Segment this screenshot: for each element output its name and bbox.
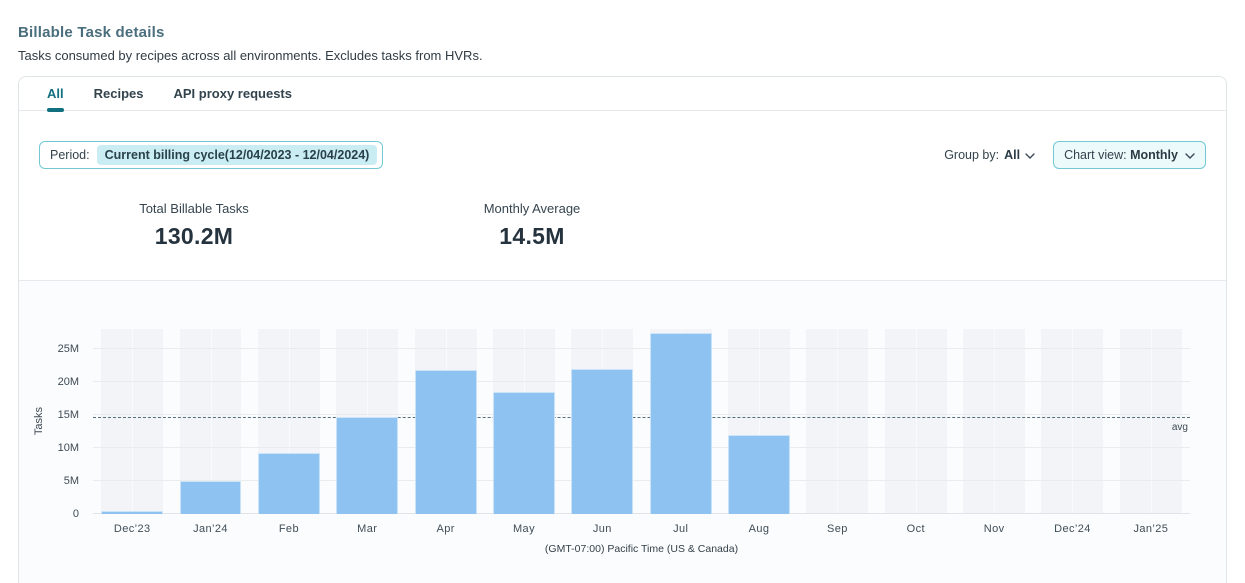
- x-axis-label: Nov: [955, 523, 1033, 535]
- bar-Aug[interactable]: [728, 435, 790, 514]
- chart-view-dropdown[interactable]: Chart view: Monthly: [1053, 141, 1206, 169]
- bar-Jul[interactable]: [650, 333, 712, 514]
- chart-column: [720, 329, 798, 514]
- column-band: [806, 329, 868, 514]
- chart-view-value: Monthly: [1130, 148, 1178, 162]
- chart-column: [798, 329, 876, 514]
- chart-column: [328, 329, 406, 514]
- bar-May[interactable]: [493, 392, 555, 514]
- y-tick-label: 10M: [58, 442, 79, 454]
- x-axis-label: Jun: [563, 523, 641, 535]
- bar-chart: Tasks 05M10M15M20M25Mavg Dec’23Jan’24Feb…: [93, 329, 1190, 555]
- chart-plot-area: Tasks 05M10M15M20M25Mavg: [93, 329, 1190, 514]
- x-axis-label: Aug: [720, 523, 798, 535]
- x-axis-label: May: [485, 523, 563, 535]
- x-axis-label: Jul: [642, 523, 720, 535]
- chart-column: [642, 329, 720, 514]
- stat-value: 14.5M: [443, 223, 621, 250]
- gridline: [93, 348, 1190, 349]
- y-tick-label: 5M: [64, 475, 79, 487]
- gridline: [93, 414, 1190, 415]
- gridline: [93, 447, 1190, 448]
- period-label: Period:: [50, 148, 90, 162]
- chart-column: [250, 329, 328, 514]
- x-axis-label: Jan’25: [1112, 523, 1190, 535]
- tab-api-proxy-requests[interactable]: API proxy requests: [174, 77, 293, 110]
- y-axis-title: Tasks: [31, 329, 47, 514]
- tab-all[interactable]: All: [47, 77, 64, 110]
- chart-column: [563, 329, 641, 514]
- y-tick-label: 20M: [58, 376, 79, 388]
- chart-column: [955, 329, 1033, 514]
- column-band: [1042, 329, 1104, 514]
- period-selector[interactable]: Period: Current billing cycle(12/04/2023…: [39, 141, 383, 169]
- y-tick-label: 0: [73, 508, 79, 520]
- billable-tasks-card: All Recipes API proxy requests Period: C…: [18, 76, 1227, 583]
- average-line-label: avg: [1172, 422, 1188, 433]
- x-axis-label: Sep: [798, 523, 876, 535]
- chart-column: [171, 329, 249, 514]
- tab-bar: All Recipes API proxy requests: [19, 77, 1226, 111]
- stat-value: 130.2M: [105, 223, 283, 250]
- stat-monthly-average: Monthly Average 14.5M: [443, 201, 621, 250]
- chart-column: [93, 329, 171, 514]
- bar-Jun[interactable]: [571, 369, 633, 514]
- group-by-value: All: [1004, 148, 1020, 162]
- group-by-dropdown[interactable]: Group by: All: [944, 148, 1035, 162]
- chart-view-label: Chart view:: [1064, 148, 1127, 162]
- right-controls: Group by: All Chart view: Monthly: [944, 141, 1206, 169]
- chevron-down-icon: [1025, 153, 1035, 159]
- tab-recipes[interactable]: Recipes: [94, 77, 144, 110]
- column-band: [885, 329, 947, 514]
- x-axis-label: Oct: [877, 523, 955, 535]
- x-axis-labels: Dec’23Jan’24FebMarAprMayJunJulAugSepOctN…: [93, 523, 1190, 535]
- average-line: [93, 417, 1190, 418]
- y-tick-label: 25M: [58, 343, 79, 355]
- summary-stats: Total Billable Tasks 130.2M Monthly Aver…: [19, 169, 1226, 250]
- x-axis-label: Mar: [328, 523, 406, 535]
- group-by-label: Group by:: [944, 148, 999, 162]
- x-axis-label: Dec’24: [1033, 523, 1111, 535]
- page-subtitle: Tasks consumed by recipes across all env…: [18, 48, 1227, 63]
- x-axis-label: Dec’23: [93, 523, 171, 535]
- chart-section: Tasks 05M10M15M20M25Mavg Dec’23Jan’24Feb…: [19, 280, 1226, 583]
- x-axis-label: Feb: [250, 523, 328, 535]
- stat-label: Monthly Average: [443, 201, 621, 216]
- stat-label: Total Billable Tasks: [105, 201, 283, 216]
- chart-column: [877, 329, 955, 514]
- chart-column: [485, 329, 563, 514]
- stat-total-billable-tasks: Total Billable Tasks 130.2M: [105, 201, 283, 250]
- period-value-chip: Current billing cycle(12/04/2023 - 12/04…: [97, 145, 378, 165]
- y-tick-label: 15M: [58, 409, 79, 421]
- billable-task-details-page: Billable Task details Tasks consumed by …: [0, 0, 1245, 583]
- controls-row: Period: Current billing cycle(12/04/2023…: [19, 111, 1226, 169]
- column-band: [963, 329, 1025, 514]
- column-band: [101, 329, 163, 514]
- bar-Dec23[interactable]: [101, 511, 163, 514]
- chart-column: [1033, 329, 1111, 514]
- bar-Feb[interactable]: [258, 453, 320, 514]
- chevron-down-icon: [1185, 153, 1195, 159]
- gridline: [93, 381, 1190, 382]
- bar-Apr[interactable]: [415, 370, 477, 514]
- timezone-note: (GMT-07:00) Pacific Time (US & Canada): [93, 543, 1190, 555]
- bar-Mar[interactable]: [336, 417, 398, 514]
- bar-Jan24[interactable]: [180, 481, 242, 514]
- x-axis-label: Apr: [406, 523, 484, 535]
- page-title: Billable Task details: [18, 24, 1227, 41]
- chart-column: [406, 329, 484, 514]
- x-axis-label: Jan’24: [171, 523, 249, 535]
- chart-columns: [93, 329, 1190, 514]
